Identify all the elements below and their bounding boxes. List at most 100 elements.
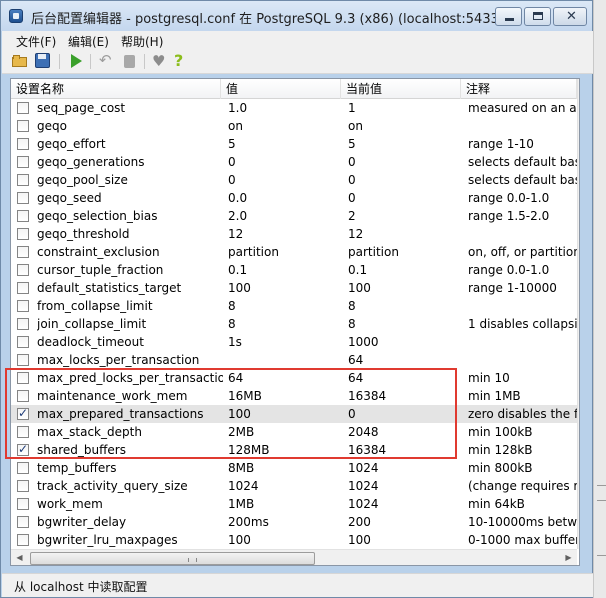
- close-button[interactable]: ✕: [553, 7, 587, 26]
- scroll-up-icon[interactable]: ▲: [578, 79, 579, 96]
- setting-value-cell[interactable]: 0: [228, 171, 346, 189]
- vertical-scrollbar[interactable]: ▲ ▼: [577, 79, 579, 549]
- row-checkbox[interactable]: [17, 120, 29, 132]
- row-checkbox[interactable]: [17, 138, 29, 150]
- table-row[interactable]: track_activity_query_size 1024 1024 (change…: [11, 477, 577, 495]
- menu-help[interactable]: 帮助(H): [121, 33, 163, 50]
- column-header-value[interactable]: 值: [221, 79, 341, 99]
- row-checkbox[interactable]: [17, 210, 29, 222]
- table-row[interactable]: bgwriter_lru_maxpages 100 100 0-1000 max bu…: [11, 531, 577, 549]
- comment-cell: [468, 351, 577, 369]
- current-value-cell: 64: [348, 353, 364, 367]
- setting-value-cell[interactable]: 5: [228, 135, 346, 153]
- setting-value-cell[interactable]: [228, 351, 346, 369]
- minimize-button[interactable]: [495, 7, 522, 26]
- row-checkbox[interactable]: [17, 300, 29, 312]
- horizontal-scrollbar[interactable]: ◀ ▶: [11, 549, 577, 565]
- setting-value-cell[interactable]: 1.0: [228, 99, 346, 117]
- scroll-down-icon[interactable]: ▼: [578, 532, 579, 549]
- setting-name-cell: default_statistics_target: [37, 281, 182, 295]
- row-checkbox[interactable]: [17, 264, 29, 276]
- setting-value-cell[interactable]: 100: [228, 279, 346, 297]
- row-checkbox[interactable]: [17, 156, 29, 168]
- table-row[interactable]: max_locks_per_transaction 64: [11, 351, 577, 369]
- current-value-cell: 1000: [348, 335, 379, 349]
- toolbar: ↶ ♥ ?: [2, 49, 593, 74]
- table-row[interactable]: geqo_pool_size 00 selects default based: [11, 171, 577, 189]
- setting-value-cell[interactable]: 2.0: [228, 207, 346, 225]
- row-checkbox[interactable]: [17, 192, 29, 204]
- current-value-cell: 200: [348, 515, 371, 529]
- title-bar[interactable]: 后台配置编辑器 - postgresql.conf 在 PostgreSQL 9…: [1, 1, 592, 31]
- setting-value-cell[interactable]: 100: [228, 531, 346, 549]
- row-checkbox[interactable]: [17, 318, 29, 330]
- table-row[interactable]: seq_page_cost 1.01 measured on an arbit: [11, 99, 577, 117]
- scroll-right-icon[interactable]: ▶: [560, 550, 577, 565]
- table-row[interactable]: default_statistics_target 100 100 range 1-1…: [11, 279, 577, 297]
- table-row[interactable]: cursor_tuple_fraction 0.1 0.1 range 0.0-1.0: [11, 261, 577, 279]
- setting-value-cell[interactable]: 1024: [228, 477, 346, 495]
- row-checkbox[interactable]: [17, 462, 29, 474]
- setting-value-cell[interactable]: 0.1: [228, 261, 346, 279]
- setting-value-cell[interactable]: 1s: [228, 333, 346, 351]
- row-checkbox[interactable]: [17, 480, 29, 492]
- table-row[interactable]: work_mem 1MB 1024 min 64kB: [11, 495, 577, 513]
- setting-value-cell[interactable]: 200ms: [228, 513, 346, 531]
- scroll-left-icon[interactable]: ◀: [11, 550, 28, 565]
- hint-icon[interactable]: ♥: [152, 53, 168, 69]
- column-header-comment[interactable]: 注释: [461, 79, 577, 99]
- row-checkbox[interactable]: [17, 516, 29, 528]
- table-row[interactable]: geqo_seed 0.0 0 range 0.0-1.0: [11, 189, 577, 207]
- row-checkbox[interactable]: [17, 246, 29, 258]
- row-checkbox[interactable]: [17, 174, 29, 186]
- open-icon[interactable]: [12, 53, 28, 69]
- table-row[interactable]: geqo_selection_bias 2.0 2 range 1.5-2.0: [11, 207, 577, 225]
- maximize-button[interactable]: [524, 7, 551, 26]
- row-checkbox[interactable]: [17, 354, 29, 366]
- column-header-current[interactable]: 当前值: [341, 79, 461, 99]
- setting-name-cell: track_activity_query_size: [37, 479, 188, 493]
- close-icon: ✕: [566, 9, 577, 24]
- column-header-name[interactable]: 设置名称: [11, 79, 221, 99]
- delete-icon[interactable]: [122, 53, 138, 69]
- table-row[interactable]: geqo on on: [11, 117, 577, 135]
- run-icon[interactable]: [68, 53, 84, 69]
- row-checkbox[interactable]: [17, 336, 29, 348]
- row-checkbox[interactable]: [17, 498, 29, 510]
- setting-value-cell[interactable]: 1MB: [228, 495, 346, 513]
- row-checkbox[interactable]: [17, 534, 29, 546]
- row-checkbox[interactable]: [17, 228, 29, 240]
- table-row[interactable]: deadlock_timeout 1s 1000: [11, 333, 577, 351]
- row-checkbox[interactable]: [17, 102, 29, 114]
- help-icon[interactable]: ?: [174, 53, 190, 69]
- setting-value-cell[interactable]: partition: [228, 243, 346, 261]
- horizontal-scroll-thumb[interactable]: [30, 552, 315, 565]
- table-row[interactable]: geqo_generations 00 selects default based: [11, 153, 577, 171]
- setting-value-cell[interactable]: on: [228, 117, 346, 135]
- undo-icon[interactable]: ↶: [99, 53, 115, 69]
- menu-bar: 文件(F) 编辑(E) 帮助(H): [2, 31, 593, 49]
- table-row[interactable]: geqo_effort 5 5 range 1-10: [11, 135, 577, 153]
- table-row[interactable]: geqo_threshold 12 12: [11, 225, 577, 243]
- table-row[interactable]: join_collapse_limit 88 1 disables collapsi…: [11, 315, 577, 333]
- setting-name-cell: from_collapse_limit: [37, 299, 153, 313]
- setting-value-cell[interactable]: 12: [228, 225, 346, 243]
- menu-edit[interactable]: 编辑(E): [68, 33, 109, 50]
- setting-value-cell[interactable]: 0: [228, 153, 346, 171]
- row-checkbox[interactable]: [17, 282, 29, 294]
- current-value-cell: 0: [348, 173, 356, 187]
- save-icon[interactable]: [35, 53, 51, 69]
- comment-cell: range 1.5-2.0: [468, 209, 550, 223]
- table-row[interactable]: from_collapse_limit 8 8: [11, 297, 577, 315]
- settings-grid[interactable]: 设置名称 值 当前值 注释 seq_page_cost 1.0 1 measured …: [10, 78, 580, 566]
- table-row[interactable]: bgwriter_delay 200ms200 10-10000ms betwee: [11, 513, 577, 531]
- setting-name-cell: join_collapse_limit: [37, 317, 147, 331]
- setting-value-cell[interactable]: 8: [228, 297, 346, 315]
- setting-value-cell[interactable]: 8MB: [228, 459, 346, 477]
- menu-file[interactable]: 文件(F): [16, 33, 56, 50]
- table-row[interactable]: temp_buffers 8MB 1024 min 800kB: [11, 459, 577, 477]
- setting-value-cell[interactable]: 0.0: [228, 189, 346, 207]
- setting-name-cell: geqo_effort: [37, 137, 106, 151]
- table-row[interactable]: constraint_exclusion partition partition on…: [11, 243, 577, 261]
- setting-value-cell[interactable]: 8: [228, 315, 346, 333]
